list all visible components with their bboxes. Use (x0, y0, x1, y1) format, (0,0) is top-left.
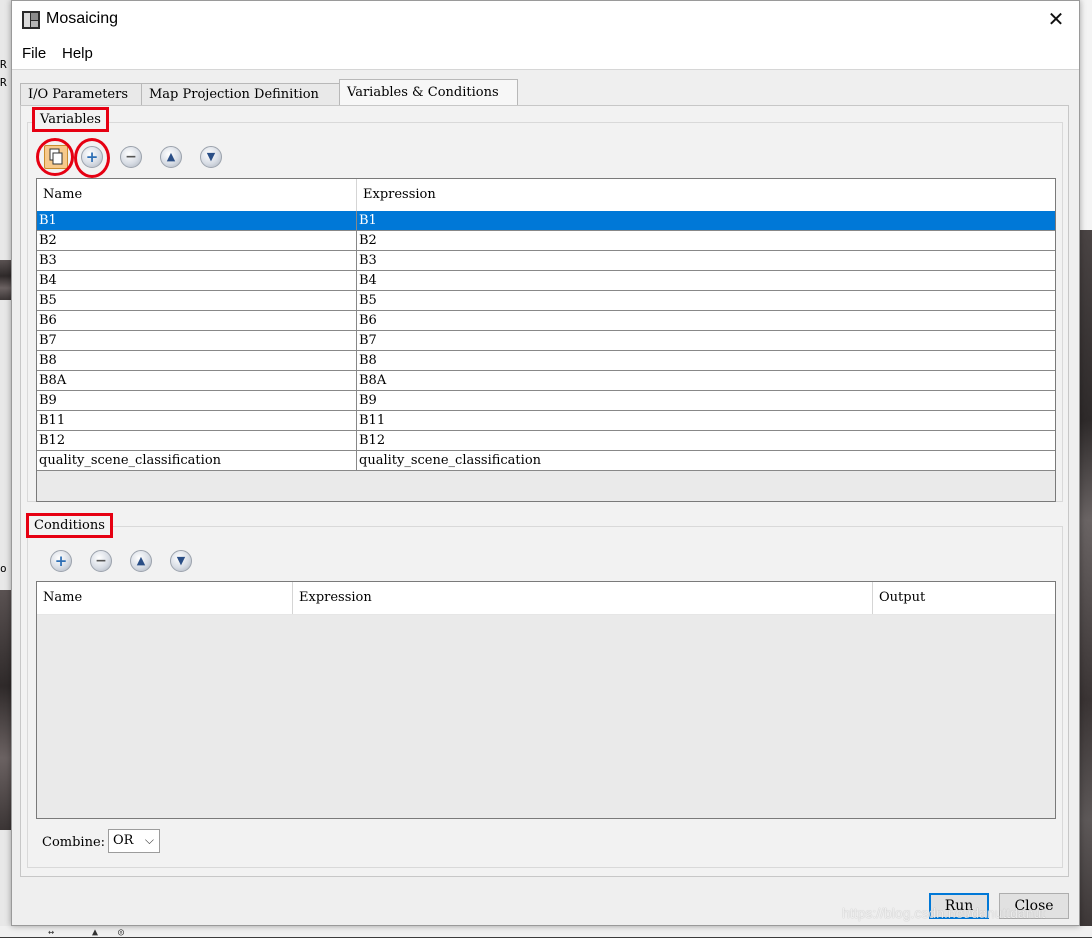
column-header-output[interactable]: Output (873, 582, 1055, 614)
variable-name-cell[interactable]: B8 (37, 351, 357, 371)
variable-name-cell[interactable]: quality_scene_classification (37, 451, 357, 471)
variable-expression-cell[interactable]: B7 (357, 331, 1055, 351)
column-header-expression[interactable]: Expression (293, 582, 873, 614)
variables-group: Variables + − ▲ ▼ Name Expression B1 B1 … (27, 107, 1063, 502)
close-icon[interactable]: ✕ (1043, 7, 1069, 33)
move-variable-down-button[interactable]: ▼ (200, 146, 222, 168)
copy-bands-icon (49, 148, 63, 165)
conditions-group-title: Conditions (26, 513, 113, 538)
table-row[interactable]: B7 B7 (37, 331, 1055, 351)
tab-panel: Variables + − ▲ ▼ Name Expression B1 B1 … (20, 105, 1069, 877)
app-icon (22, 11, 40, 29)
table-row[interactable]: B1 B1 (37, 211, 1055, 231)
background-text-fragment: R (0, 76, 7, 89)
table-row[interactable]: B8A B8A (37, 371, 1055, 391)
mosaicing-dialog: Mosaicing ✕ File Help I/O Parameters Map… (11, 0, 1080, 926)
move-up-icon: ▲ (136, 554, 146, 567)
move-down-icon: ▼ (176, 554, 186, 567)
menu-help[interactable]: Help (62, 45, 93, 62)
table-row[interactable]: B2 B2 (37, 231, 1055, 251)
variable-name-cell[interactable]: B4 (37, 271, 357, 291)
variable-expression-cell[interactable]: B8A (357, 371, 1055, 391)
table-row[interactable]: B9 B9 (37, 391, 1055, 411)
move-condition-up-button[interactable]: ▲ (130, 550, 152, 572)
variable-name-cell[interactable]: B1 (37, 211, 357, 231)
variable-name-cell[interactable]: B5 (37, 291, 357, 311)
background-image-edge (1080, 0, 1092, 937)
table-row[interactable]: B8 B8 (37, 351, 1055, 371)
table-row[interactable]: B6 B6 (37, 311, 1055, 331)
variable-name-cell[interactable]: B3 (37, 251, 357, 271)
background-icon: ▲ (92, 927, 99, 938)
watermark-text: https://blog.csdn.net/danuttdanut (842, 905, 1046, 921)
conditions-table: Name Expression Output (36, 581, 1056, 819)
background-icon: ↔ (48, 927, 55, 938)
variable-expression-cell[interactable]: B9 (357, 391, 1055, 411)
variable-expression-cell[interactable]: B4 (357, 271, 1055, 291)
variable-name-cell[interactable]: B8A (37, 371, 357, 391)
move-up-icon: ▲ (166, 150, 176, 163)
table-row[interactable]: B11 B11 (37, 411, 1055, 431)
variable-name-cell[interactable]: B11 (37, 411, 357, 431)
table-row[interactable]: B5 B5 (37, 291, 1055, 311)
table-row[interactable]: B3 B3 (37, 251, 1055, 271)
menu-file[interactable]: File (22, 45, 46, 62)
table-row[interactable]: quality_scene_classification quality_scen… (37, 451, 1055, 471)
conditions-group: Conditions + − ▲ ▼ Name Expression Outpu… (26, 513, 1063, 868)
variable-expression-cell[interactable]: B12 (357, 431, 1055, 451)
variables-table: Name Expression B1 B1 B2 B2 B3 B3 B4 B4 B5 B5 B6 B6… (36, 178, 1056, 502)
background-taskbar-edge: ↔ ▲ ◎ (0, 926, 1092, 938)
remove-icon: − (95, 553, 107, 569)
window-title: Mosaicing (46, 10, 119, 27)
background-text-fragment: o (0, 562, 7, 575)
add-icon: + (54, 552, 68, 570)
remove-variable-button[interactable]: − (120, 146, 142, 168)
move-variable-up-button[interactable]: ▲ (160, 146, 182, 168)
variables-group-title: Variables (32, 107, 109, 132)
title-bar[interactable]: Mosaicing ✕ (12, 1, 1079, 39)
column-header-name[interactable]: Name (37, 582, 293, 614)
combine-label: Combine: (42, 835, 106, 850)
table-row[interactable]: B4 B4 (37, 271, 1055, 291)
combine-select-value: OR (113, 833, 134, 848)
tab-variables-conditions[interactable]: Variables & Conditions (339, 79, 518, 106)
column-header-name[interactable]: Name (37, 179, 357, 211)
variable-expression-cell[interactable]: B8 (357, 351, 1055, 371)
background-icon: ◎ (118, 927, 125, 938)
combine-select[interactable]: OR ⌵ (108, 829, 160, 853)
variable-expression-cell[interactable]: B2 (357, 231, 1055, 251)
menu-bar: File Help (12, 39, 1079, 70)
chevron-down-icon: ⌵ (144, 833, 154, 847)
variable-expression-cell[interactable]: B3 (357, 251, 1055, 271)
variable-expression-cell[interactable]: quality_scene_classification (357, 451, 1055, 471)
remove-condition-button[interactable]: − (90, 550, 112, 572)
variable-name-cell[interactable]: B6 (37, 311, 357, 331)
background-text-fragment: R (0, 58, 7, 71)
add-variable-button[interactable]: + (81, 146, 103, 168)
variable-expression-cell[interactable]: B11 (357, 411, 1055, 431)
variable-expression-cell[interactable]: B5 (357, 291, 1055, 311)
variable-name-cell[interactable]: B9 (37, 391, 357, 411)
variable-name-cell[interactable]: B12 (37, 431, 357, 451)
add-condition-button[interactable]: + (50, 550, 72, 572)
tab-io-parameters[interactable]: I/O Parameters (20, 83, 142, 105)
variable-expression-cell[interactable]: B6 (357, 311, 1055, 331)
variable-name-cell[interactable]: B2 (37, 231, 357, 251)
remove-icon: − (125, 149, 137, 165)
move-down-icon: ▼ (206, 150, 216, 163)
column-header-expression[interactable]: Expression (357, 179, 1055, 211)
copy-bands-button[interactable] (44, 145, 68, 169)
tab-map-projection-definition[interactable]: Map Projection Definition (141, 83, 341, 105)
variables-table-header: Name Expression (37, 179, 1055, 212)
variable-name-cell[interactable]: B7 (37, 331, 357, 351)
add-icon: + (85, 148, 99, 166)
variable-expression-cell[interactable]: B1 (357, 211, 1055, 231)
conditions-table-header: Name Expression Output (37, 582, 1055, 615)
table-row[interactable]: B12 B12 (37, 431, 1055, 451)
move-condition-down-button[interactable]: ▼ (170, 550, 192, 572)
